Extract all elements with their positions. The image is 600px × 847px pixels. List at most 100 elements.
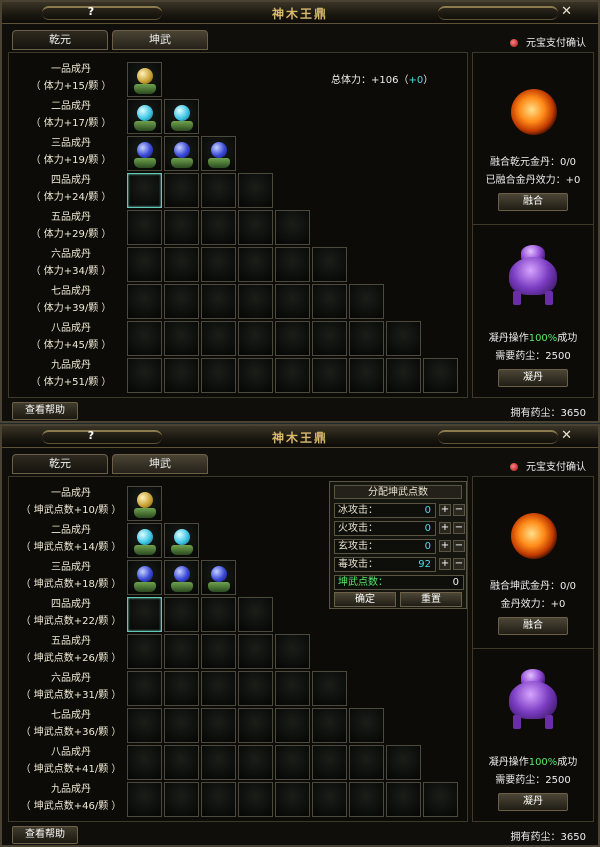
pill-slot[interactable] — [201, 597, 236, 632]
ice-minus-button[interactable]: − — [453, 504, 465, 516]
pill-slot[interactable] — [127, 247, 162, 282]
mystic-minus-button[interactable]: − — [453, 540, 465, 552]
mystic-plus-button[interactable]: + — [439, 540, 451, 552]
pill-slot[interactable] — [201, 745, 236, 780]
pill-slot[interactable] — [201, 782, 236, 817]
title-bar[interactable]: ? 神木王鼎 ✕ — [2, 426, 598, 448]
pill-slot[interactable] — [164, 247, 199, 282]
poison-minus-button[interactable]: − — [453, 558, 465, 570]
pill-slot[interactable] — [349, 358, 384, 393]
fuse-button[interactable]: 融合 — [498, 617, 568, 635]
pill-slot[interactable] — [275, 708, 310, 743]
pill-slot[interactable] — [275, 284, 310, 319]
pill-slot[interactable] — [127, 136, 162, 171]
pill-slot[interactable] — [238, 321, 273, 356]
fire-minus-button[interactable]: − — [453, 522, 465, 534]
pill-slot[interactable] — [238, 247, 273, 282]
pill-slot[interactable] — [349, 708, 384, 743]
pill-slot[interactable] — [312, 708, 347, 743]
reset-button[interactable]: 重置 — [400, 592, 462, 607]
pill-slot[interactable] — [201, 560, 236, 595]
fire-plus-button[interactable]: + — [439, 522, 451, 534]
pill-slot[interactable] — [164, 671, 199, 706]
tab-kunwu[interactable]: 坤武 — [112, 454, 208, 474]
pill-slot[interactable] — [164, 99, 199, 134]
title-bar[interactable]: ? 神木王鼎 ✕ — [2, 2, 598, 24]
pill-slot[interactable] — [238, 210, 273, 245]
pill-slot[interactable] — [201, 634, 236, 669]
pill-slot[interactable] — [238, 634, 273, 669]
tab-kunwu[interactable]: 坤武 — [112, 30, 208, 50]
pill-slot[interactable] — [164, 173, 199, 208]
pill-slot[interactable] — [127, 173, 162, 208]
pill-slot[interactable] — [127, 486, 162, 521]
pill-slot[interactable] — [238, 173, 273, 208]
pill-slot[interactable] — [423, 782, 458, 817]
poison-plus-button[interactable]: + — [439, 558, 451, 570]
pill-slot[interactable] — [275, 745, 310, 780]
pill-slot[interactable] — [312, 358, 347, 393]
pill-slot[interactable] — [164, 358, 199, 393]
close-icon[interactable]: ✕ — [561, 428, 572, 443]
pill-slot[interactable] — [164, 523, 199, 558]
pill-slot[interactable] — [201, 284, 236, 319]
pill-slot[interactable] — [127, 523, 162, 558]
pill-slot[interactable] — [312, 321, 347, 356]
pill-slot[interactable] — [164, 560, 199, 595]
pill-slot[interactable] — [164, 745, 199, 780]
pill-slot[interactable] — [164, 210, 199, 245]
close-icon[interactable]: ✕ — [561, 4, 572, 19]
craft-button[interactable]: 凝丹 — [498, 369, 568, 387]
pill-slot[interactable] — [127, 782, 162, 817]
fuse-button[interactable]: 融合 — [498, 193, 568, 211]
pill-slot[interactable] — [275, 634, 310, 669]
pill-slot[interactable] — [386, 782, 421, 817]
pill-slot[interactable] — [201, 358, 236, 393]
confirm-button[interactable]: 确定 — [334, 592, 396, 607]
pill-slot[interactable] — [201, 708, 236, 743]
pill-slot[interactable] — [164, 634, 199, 669]
pill-slot[interactable] — [127, 99, 162, 134]
pill-slot[interactable] — [127, 560, 162, 595]
radio-icon[interactable] — [510, 39, 518, 47]
pill-slot[interactable] — [201, 321, 236, 356]
pill-slot[interactable] — [164, 708, 199, 743]
pill-slot[interactable] — [386, 358, 421, 393]
pill-slot[interactable] — [349, 745, 384, 780]
help-button[interactable]: 查看帮助 — [12, 826, 78, 844]
tab-qianyuan[interactable]: 乾元 — [12, 454, 108, 474]
pill-slot[interactable] — [275, 321, 310, 356]
pill-slot[interactable] — [238, 708, 273, 743]
pill-slot[interactable] — [238, 284, 273, 319]
pill-slot[interactable] — [201, 210, 236, 245]
pill-slot[interactable] — [127, 597, 162, 632]
pay-confirm-toggle[interactable]: 元宝支付确认 — [510, 458, 586, 473]
pill-slot[interactable] — [275, 782, 310, 817]
pill-slot[interactable] — [423, 358, 458, 393]
pill-slot[interactable] — [386, 321, 421, 356]
pill-slot[interactable] — [127, 671, 162, 706]
pill-slot[interactable] — [312, 671, 347, 706]
pill-slot[interactable] — [238, 358, 273, 393]
pill-slot[interactable] — [312, 782, 347, 817]
pill-slot[interactable] — [238, 782, 273, 817]
pill-slot[interactable] — [238, 745, 273, 780]
radio-icon[interactable] — [510, 463, 518, 471]
pill-slot[interactable] — [349, 782, 384, 817]
pill-slot[interactable] — [127, 284, 162, 319]
pill-slot[interactable] — [312, 247, 347, 282]
pill-slot[interactable] — [127, 708, 162, 743]
pill-slot[interactable] — [201, 671, 236, 706]
pill-slot[interactable] — [275, 358, 310, 393]
pill-slot[interactable] — [164, 597, 199, 632]
pay-confirm-toggle[interactable]: 元宝支付确认 — [510, 34, 586, 49]
ice-plus-button[interactable]: + — [439, 504, 451, 516]
pill-slot[interactable] — [164, 321, 199, 356]
pill-slot[interactable] — [201, 173, 236, 208]
pill-slot[interactable] — [127, 321, 162, 356]
pill-slot[interactable] — [127, 62, 162, 97]
pill-slot[interactable] — [275, 247, 310, 282]
pill-slot[interactable] — [275, 671, 310, 706]
pill-slot[interactable] — [201, 247, 236, 282]
pill-slot[interactable] — [201, 136, 236, 171]
